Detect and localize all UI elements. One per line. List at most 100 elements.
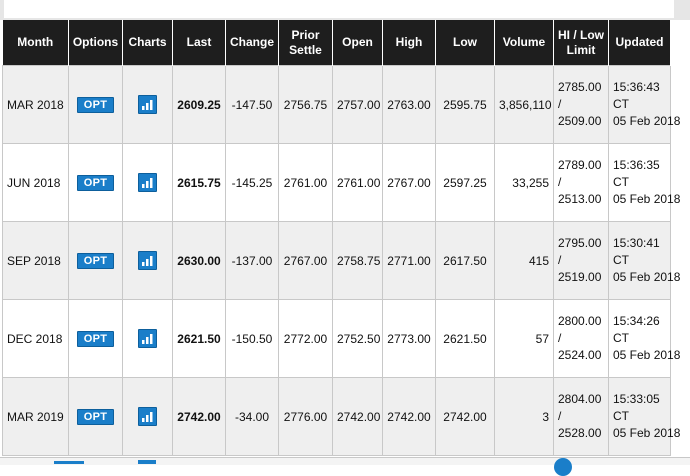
bar-chart-icon[interactable] <box>138 251 157 270</box>
limit-high: 2804.00 <box>558 392 602 406</box>
next-row-chart-button-partial <box>138 460 156 464</box>
table-row: DEC 2018 OPT 2621.50 -150.50 2772.00 2752.50 2… <box>2 299 680 378</box>
limit-low: 2509.00 <box>558 114 602 128</box>
open-cell: 2742.00 <box>332 377 383 456</box>
updated-timezone: CT <box>613 175 629 189</box>
top-panel <box>4 0 674 18</box>
col-header-high: High <box>382 20 436 66</box>
opt-button[interactable]: OPT <box>76 408 115 425</box>
updated-time: 15:30:41 <box>613 236 660 250</box>
hi-low-limit-cell: 2795.00 / 2519.00 <box>553 221 609 300</box>
col-header-low: Low <box>435 20 495 66</box>
low-cell: 2617.50 <box>435 221 495 300</box>
low-cell: 2597.25 <box>435 143 495 222</box>
limit-low: 2524.00 <box>558 348 602 362</box>
updated-date: 05 Feb 2018 <box>613 426 681 440</box>
options-cell: OPT <box>68 143 123 222</box>
change-cell: -145.25 <box>225 143 279 222</box>
prior-settle-cell: 2756.75 <box>278 65 333 144</box>
updated-timezone: CT <box>613 97 629 111</box>
last-cell: 2609.25 <box>172 65 226 144</box>
updated-cell: 15:36:35 CT 05 Feb 2018 <box>608 143 680 222</box>
charts-cell <box>122 377 173 456</box>
hi-low-limit-cell: 2800.00 / 2524.00 <box>553 299 609 378</box>
limit-separator: / <box>558 331 562 345</box>
col-header-updated: Updated <box>608 20 671 66</box>
col-header-change: Change <box>225 20 279 66</box>
open-cell: 2752.50 <box>332 299 383 378</box>
hi-low-limit-cell: 2804.00 / 2528.00 <box>553 377 609 456</box>
change-cell: -137.00 <box>225 221 279 300</box>
limit-high: 2800.00 <box>558 314 602 328</box>
col-header-options: Options <box>68 20 123 66</box>
limit-separator: / <box>558 409 562 423</box>
scroll-top-button-partial[interactable] <box>554 458 572 476</box>
charts-cell <box>122 299 173 378</box>
limit-separator: / <box>558 175 562 189</box>
bar-chart-icon[interactable] <box>138 329 157 348</box>
limit-high: 2785.00 <box>558 80 602 94</box>
top-bar <box>0 0 690 20</box>
options-cell: OPT <box>68 299 123 378</box>
updated-time: 15:36:43 <box>613 80 660 94</box>
bar-chart-icon[interactable] <box>138 95 157 114</box>
updated-cell: 15:33:05 CT 05 Feb 2018 <box>608 377 681 456</box>
high-cell: 2771.00 <box>382 221 436 300</box>
opt-button[interactable]: OPT <box>76 252 115 269</box>
volume-cell: 3,856,110 <box>494 65 554 144</box>
open-cell: 2761.00 <box>332 143 383 222</box>
col-header-open: Open <box>332 20 383 66</box>
last-cell: 2742.00 <box>172 377 226 456</box>
table-row: JUN 2018 OPT 2615.75 -145.25 2761.00 2761.00 2… <box>2 143 680 222</box>
col-header-last: Last <box>172 20 226 66</box>
bar-chart-icon[interactable] <box>138 173 157 192</box>
last-cell: 2615.75 <box>172 143 226 222</box>
updated-time: 15:36:35 <box>613 158 660 172</box>
updated-cell: 15:30:41 CT 05 Feb 2018 <box>608 221 681 300</box>
limit-separator: / <box>558 97 562 111</box>
change-cell: -34.00 <box>225 377 279 456</box>
opt-button[interactable]: OPT <box>76 174 115 191</box>
options-cell: OPT <box>68 65 123 144</box>
change-cell: -147.50 <box>225 65 279 144</box>
updated-date: 05 Feb 2018 <box>613 270 681 284</box>
updated-time: 15:34:26 <box>613 314 660 328</box>
month-cell: MAR 2018 <box>2 65 69 144</box>
limit-high: 2795.00 <box>558 236 602 250</box>
col-header-prior-settle: Prior Settle <box>278 20 333 66</box>
options-cell: OPT <box>68 221 123 300</box>
volume-cell: 57 <box>494 299 554 378</box>
options-cell: OPT <box>68 377 123 456</box>
charts-cell <box>122 221 173 300</box>
volume-cell: 33,255 <box>494 143 554 222</box>
volume-cell: 415 <box>494 221 554 300</box>
updated-timezone: CT <box>613 331 629 345</box>
hi-low-limit-cell: 2789.00 / 2513.00 <box>553 143 609 222</box>
month-cell: SEP 2018 <box>2 221 69 300</box>
updated-cell: 15:36:43 CT 05 Feb 2018 <box>608 65 680 144</box>
opt-button[interactable]: OPT <box>76 96 115 113</box>
updated-time: 15:33:05 <box>613 392 660 406</box>
open-cell: 2757.00 <box>332 65 383 144</box>
limit-separator: / <box>558 253 562 267</box>
futures-quotes-table: Month Options Charts Last Change Prior S… <box>2 20 681 456</box>
prior-settle-cell: 2776.00 <box>278 377 333 456</box>
last-cell: 2630.00 <box>172 221 226 300</box>
limit-high: 2789.00 <box>558 158 602 172</box>
col-header-limit: HI / Low Limit <box>553 20 609 66</box>
opt-button[interactable]: OPT <box>76 330 115 347</box>
low-cell: 2595.75 <box>435 65 495 144</box>
limit-low: 2519.00 <box>558 270 602 284</box>
hi-low-limit-cell: 2785.00 / 2509.00 <box>553 65 609 144</box>
charts-cell <box>122 143 173 222</box>
limit-low: 2513.00 <box>558 192 602 206</box>
high-cell: 2767.00 <box>382 143 436 222</box>
high-cell: 2742.00 <box>382 377 436 456</box>
bar-chart-icon[interactable] <box>138 407 157 426</box>
last-cell: 2621.50 <box>172 299 226 378</box>
month-cell: DEC 2018 <box>2 299 69 378</box>
prior-settle-cell: 2772.00 <box>278 299 333 378</box>
col-header-charts: Charts <box>122 20 173 66</box>
high-cell: 2773.00 <box>382 299 436 378</box>
col-header-month: Month <box>2 20 69 66</box>
